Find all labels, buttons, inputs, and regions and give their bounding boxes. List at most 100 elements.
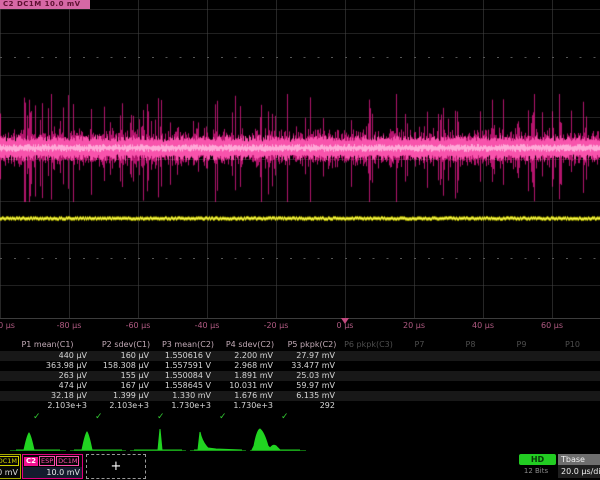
measure-value-cell (394, 401, 445, 411)
channel2-overlay-label: C2 DC1M 10.0 mV (0, 0, 90, 9)
measure-column-header[interactable]: P3 mean(C2) (157, 339, 219, 351)
measure-value-cell (343, 401, 394, 411)
measure-value-cell: 32.18 µV (0, 391, 95, 401)
measure-table-row: 2.103e+32.103e+31.730e+31.730e+3292 (0, 401, 600, 411)
measure-value-cell (394, 391, 445, 401)
timebase-label: Tbase (558, 454, 600, 465)
histicon-1[interactable] (10, 433, 66, 451)
channel2-label: C2 (24, 457, 38, 466)
channel1-coupling-badge: DC1M (0, 456, 19, 466)
histicon-strip (0, 426, 600, 454)
measure-value-cell: 2.968 mV (219, 361, 281, 371)
measure-value-cell (394, 351, 445, 361)
measure-value-cell: 155 µV (95, 371, 157, 381)
measure-value-cell: 440 µV (0, 351, 95, 361)
measure-value-cell: 1.676 mV (219, 391, 281, 401)
measure-status-row: ✓✓✓✓✓ (0, 411, 600, 423)
measure-value-cell (445, 351, 496, 361)
measure-value-cell (343, 361, 394, 371)
measure-status-check-icon: ✓ (219, 411, 227, 423)
channel2-descriptor-box[interactable]: C2 ESP DC1M 10.0 mV (22, 454, 83, 479)
measure-value-cell (445, 371, 496, 381)
channel1-descriptor-box[interactable]: C1 DC1M 10.0 mV (0, 454, 21, 479)
measure-value-cell (394, 361, 445, 371)
measure-column-header[interactable]: P1 mean(C1) (0, 339, 95, 351)
measure-value-cell: 1.891 mV (219, 371, 281, 381)
measure-value-cell: 167 µV (95, 381, 157, 391)
measure-value-cell (496, 391, 547, 401)
channel2-esp-badge: ESP (39, 456, 55, 466)
measure-value-cell (445, 381, 496, 391)
time-axis-label: 60 µs (541, 321, 563, 330)
measure-value-cell: 160 µV (95, 351, 157, 361)
measure-value-cell (547, 381, 598, 391)
measure-value-cell (343, 351, 394, 361)
hd-mode-badge[interactable]: HD (519, 454, 556, 465)
measure-status-check-icon: ✓ (157, 411, 165, 423)
measure-value-cell: 27.97 mV (281, 351, 343, 361)
measure-value-cell: 59.97 mV (281, 381, 343, 391)
measure-value-cell: 474 µV (0, 381, 95, 391)
measure-value-cell (496, 361, 547, 371)
histicon-3[interactable] (130, 429, 186, 451)
add-trace-button[interactable]: + (86, 454, 146, 479)
measure-value-cell (445, 401, 496, 411)
measure-value-cell (343, 391, 394, 401)
measure-status-check-icon: ✓ (33, 411, 41, 423)
measure-value-cell (496, 351, 547, 361)
trigger-position-marker[interactable] (341, 318, 349, 328)
time-axis-label: -40 µs (195, 321, 220, 330)
time-axis-label: 40 µs (472, 321, 494, 330)
measure-value-cell: 10.031 mV (219, 381, 281, 391)
measure-table-row: 263 µV155 µV1.550084 V1.891 mV25.03 mV (0, 371, 600, 381)
measure-value-cell (445, 391, 496, 401)
measure-value-cell: 2.103e+3 (0, 401, 95, 411)
timebase-descriptor-box[interactable]: Tbase 20.0 µs/div (558, 454, 600, 479)
timebase-value: 20.0 µs/div (558, 465, 600, 478)
measure-table-row: 32.18 µV1.399 µV1.330 mV1.676 mV6.135 mV (0, 391, 600, 401)
time-axis-label: -80 µs (57, 321, 82, 330)
measure-value-cell (547, 391, 598, 401)
measure-value-cell (343, 371, 394, 381)
measure-table-row: 474 µV167 µV1.558645 V10.031 mV59.97 mV (0, 381, 600, 391)
measure-value-cell: 1.550084 V (157, 371, 219, 381)
channel1-vertical-scale: 10.0 mV (0, 467, 20, 478)
histicon-4[interactable] (190, 432, 246, 451)
time-axis-label: -60 µs (126, 321, 151, 330)
measure-column-header[interactable]: P7 (394, 339, 445, 351)
measure-value-cell: 158.308 µV (95, 361, 157, 371)
measure-value-cell: 33.477 mV (281, 361, 343, 371)
measure-value-cell: 1.399 µV (95, 391, 157, 401)
measure-value-cell (394, 381, 445, 391)
measure-value-cell (547, 401, 598, 411)
measure-value-cell (394, 371, 445, 381)
measure-value-cell: 263 µV (0, 371, 95, 381)
measure-column-header[interactable]: P5 pkpk(C2) (281, 339, 343, 351)
measure-column-header[interactable]: P6 pkpk(C3) (343, 339, 394, 351)
time-axis-label: 20 µs (403, 321, 425, 330)
measure-value-cell: 2.200 mV (219, 351, 281, 361)
measure-value-cell: 1.730e+3 (219, 401, 281, 411)
measure-column-header[interactable]: P10 (547, 339, 598, 351)
oscilloscope-screen: C2 DC1M 10.0 mV -100 µs-80 µs-60 µs-40 µ… (0, 0, 600, 480)
measure-value-cell (547, 361, 598, 371)
time-axis-label: -20 µs (264, 321, 289, 330)
measure-value-cell (547, 371, 598, 381)
measure-value-cell (343, 381, 394, 391)
time-axis: -100 µs-80 µs-60 µs-40 µs-20 µs0 µs20 µs… (0, 319, 600, 333)
measure-value-cell: 1.558645 V (157, 381, 219, 391)
histicon-5[interactable] (250, 429, 306, 451)
measure-column-header[interactable]: P8 (445, 339, 496, 351)
measure-column-header[interactable]: P9 (496, 339, 547, 351)
measure-value-cell: 292 (281, 401, 343, 411)
measure-value-cell: 363.98 µV (0, 361, 95, 371)
measure-table: P1 mean(C1)P2 sdev(C1)P3 mean(C2)P4 sdev… (0, 339, 600, 423)
measure-value-cell (496, 401, 547, 411)
measure-status-check-icon: ✓ (95, 411, 103, 423)
measure-value-cell: 1.330 mV (157, 391, 219, 401)
measure-value-cell (445, 361, 496, 371)
channel2-vertical-scale: 10.0 mV (23, 467, 82, 478)
measure-column-header[interactable]: P4 sdev(C2) (219, 339, 281, 351)
histicon-2[interactable] (70, 432, 126, 451)
measure-column-header[interactable]: P2 sdev(C1) (95, 339, 157, 351)
